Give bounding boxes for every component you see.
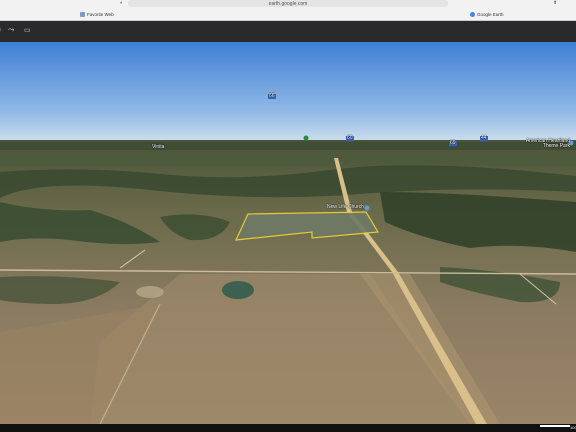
route-shield: 60	[346, 135, 354, 141]
tab-label: Google Earth	[477, 12, 504, 17]
google-earth-icon	[470, 12, 475, 17]
address-bar-text: earth.google.com	[268, 0, 308, 7]
scale-label: 100	[570, 425, 576, 430]
place-label-american-heartland[interactable]: American Heartland Theme Park	[518, 139, 570, 149]
scale-bar	[540, 425, 570, 427]
tab-favorite-web[interactable]: Favorite Web	[80, 10, 114, 19]
shield-icon[interactable]: ◐	[120, 0, 123, 6]
route-shield: 69	[449, 140, 457, 146]
place-label-vinita[interactable]: Vinita	[152, 145, 164, 150]
layers-icon[interactable]: ▭	[24, 26, 31, 34]
tab-google-earth[interactable]: Google Earth	[470, 10, 504, 19]
status-bar	[0, 424, 576, 432]
path-icon[interactable]: ⤳	[8, 25, 14, 35]
earth-3d-view[interactable]: 66 69 60 44 Vinita American Heartland Th…	[0, 42, 576, 424]
place-label-new-life-church[interactable]: New Life Church	[327, 205, 364, 210]
share-icon[interactable]: ⬆	[553, 0, 557, 6]
bookmark-icon	[80, 12, 85, 17]
tab-label: Favorite Web	[87, 12, 114, 17]
browser-chrome: ◐ earth.google.com ⬆ Favorite Web Google…	[0, 0, 576, 21]
sky	[0, 42, 576, 140]
route-shield: 66	[268, 93, 276, 99]
earth-toolbar: ◖ ⤳ ▭	[0, 21, 576, 43]
terrain-render	[0, 42, 576, 424]
address-bar[interactable]: earth.google.com	[128, 0, 448, 7]
route-shield: 44	[480, 135, 488, 141]
menu-icon[interactable]: ◖	[0, 25, 2, 34]
